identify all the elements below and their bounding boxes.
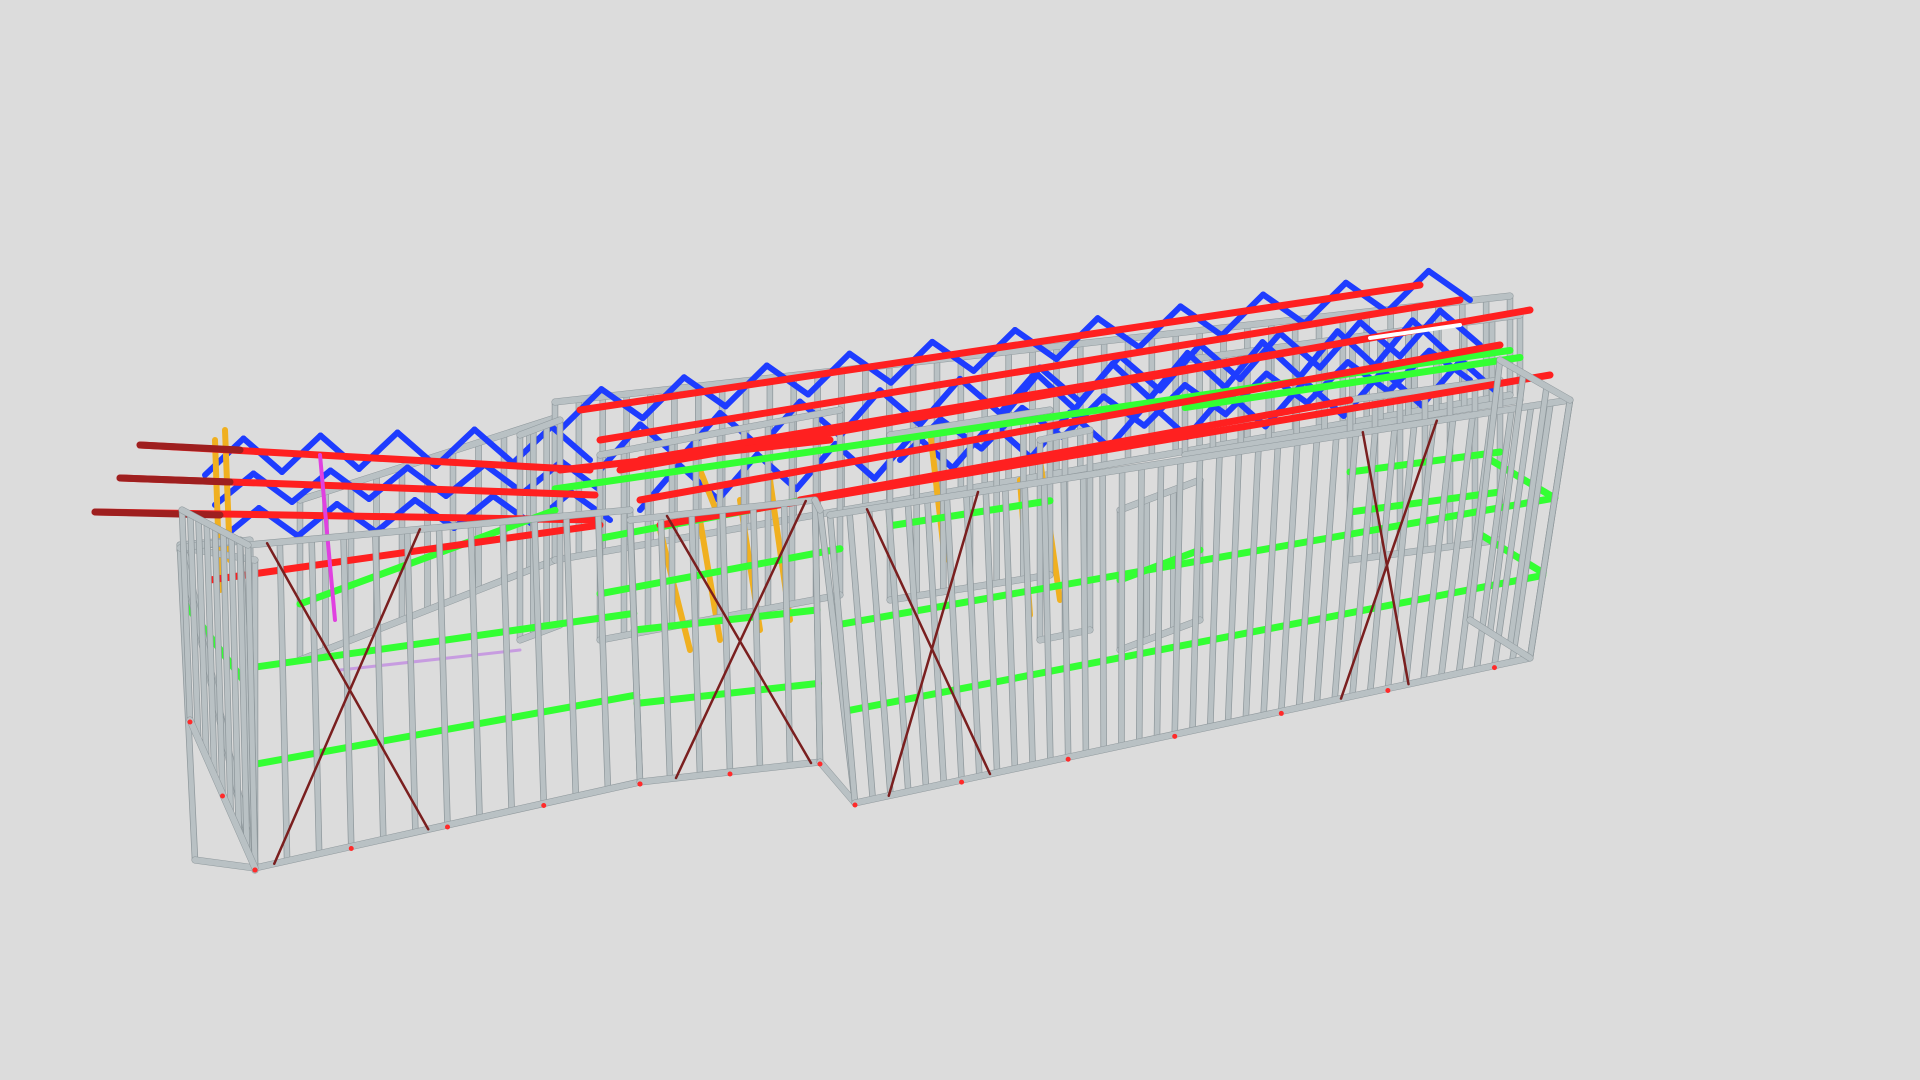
anchor-bolt	[1385, 688, 1391, 694]
anchor-bolt	[817, 761, 823, 767]
wall-stud	[1314, 433, 1339, 707]
rafter-overhang	[116, 474, 234, 486]
anchor-bolt	[541, 803, 547, 808]
anchor-bolt	[852, 802, 858, 808]
front-wall-frames	[176, 356, 1574, 874]
truss-web	[356, 429, 401, 472]
3d-model-viewport[interactable]	[0, 0, 1920, 1080]
anchor-bolt	[187, 719, 193, 725]
wall-stud	[1136, 464, 1145, 745]
anchor-bolt	[220, 793, 225, 799]
truss-web	[250, 470, 295, 505]
wall-stud	[750, 504, 763, 772]
wall-stud	[1002, 485, 1018, 772]
wall-stud	[1278, 439, 1300, 714]
bottom-plate	[192, 857, 258, 871]
wall-stud	[1527, 397, 1573, 661]
anchor-bolt	[348, 846, 354, 851]
rafter-overhang	[136, 441, 244, 454]
wall-stud	[1243, 445, 1261, 722]
wall-stud	[1509, 400, 1554, 665]
anchor-bolt	[727, 771, 733, 777]
wall-stud	[885, 503, 911, 795]
anchor-bolt	[1065, 756, 1071, 762]
wall-stud	[1225, 448, 1242, 726]
anchor-bolt	[959, 779, 965, 785]
wall-stud	[1261, 442, 1281, 718]
wall-stud	[1118, 467, 1125, 749]
anchor-bolt	[637, 781, 643, 787]
wall-stud	[944, 494, 965, 783]
steel-frame-model	[91, 267, 1574, 874]
truss-web	[1425, 267, 1473, 303]
anchor-bolt	[252, 867, 258, 873]
anchor-bolt	[445, 824, 450, 830]
strap-brace	[887, 490, 980, 797]
anchor-bolt	[1172, 733, 1178, 739]
anchor-bolt	[1278, 710, 1284, 716]
wall-stud	[1080, 473, 1089, 756]
wall-stud	[1296, 436, 1320, 711]
truss-web	[295, 501, 340, 539]
wall-stud	[1100, 470, 1107, 753]
anchor-bolt	[1491, 665, 1497, 671]
rafter-overhang	[91, 508, 224, 519]
